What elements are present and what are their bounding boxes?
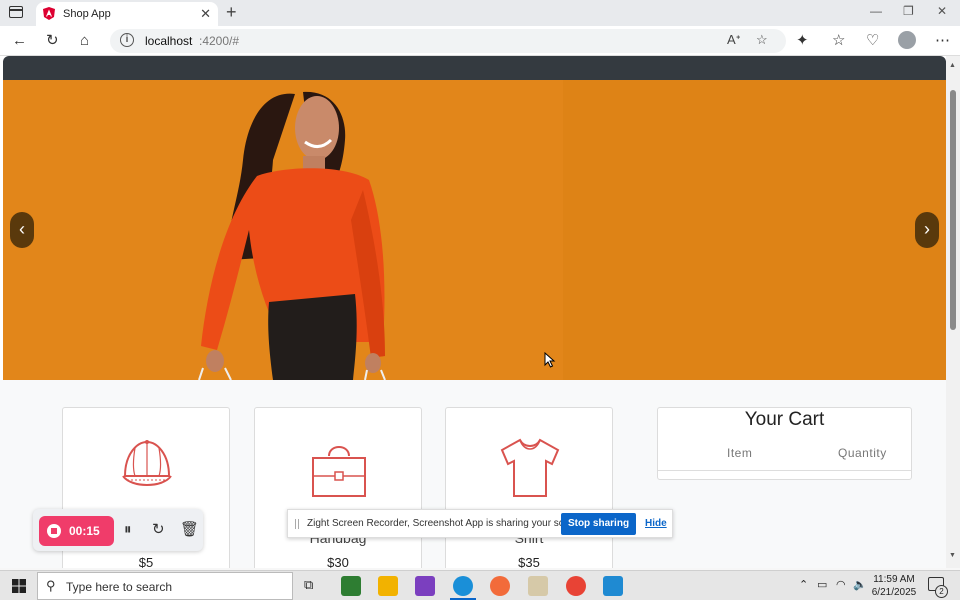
- carousel-next-button[interactable]: ›: [915, 212, 939, 248]
- product-card-shirt[interactable]: Shirt $35: [445, 407, 613, 568]
- profile-avatar[interactable]: [898, 31, 916, 49]
- recording-time: 00:15: [69, 524, 100, 538]
- browser-toolbar: ← ↻ ⌂ i localhost :4200/# Aᐩ ☆ ✦ ☆ ♡ ⋯: [0, 26, 960, 56]
- page-viewport: ‹ › Cap $5 Handbag $30: [0, 56, 946, 568]
- window-close-icon[interactable]: ✕: [937, 4, 947, 18]
- taskbar-clock[interactable]: 11:59 AM 6/21/2025: [868, 573, 920, 599]
- search-icon: ⚲: [46, 578, 56, 593]
- stop-sharing-button[interactable]: Stop sharing: [561, 513, 636, 535]
- back-icon[interactable]: ←: [12, 32, 27, 50]
- cart-col-quantity: Quantity: [838, 446, 887, 460]
- clock-time: 11:59 AM: [873, 574, 915, 585]
- cart-title: Your Cart: [744, 409, 825, 430]
- delete-icon[interactable]: 🗑: [180, 520, 199, 540]
- browser-tab-strip: Shop App ✕ + — ❐ ✕: [0, 0, 960, 26]
- vscode-icon[interactable]: [603, 576, 623, 596]
- new-tab-icon[interactable]: +: [226, 2, 237, 22]
- product-price: $35: [518, 555, 540, 568]
- address-path: :4200/#: [199, 34, 240, 48]
- refresh-icon[interactable]: ↻: [46, 32, 59, 50]
- favorites-icon[interactable]: ☆: [832, 32, 845, 50]
- shirt-icon: [500, 438, 560, 497]
- extensions-icon[interactable]: ✦: [796, 32, 809, 50]
- hide-link[interactable]: Hide: [645, 518, 667, 529]
- minimize-icon[interactable]: —: [870, 4, 882, 18]
- address-host: localhost: [145, 34, 193, 48]
- tab-actions-icon[interactable]: [9, 6, 23, 18]
- cart-divider: [658, 470, 911, 471]
- show-hidden-icons-icon[interactable]: ⌃: [799, 578, 808, 591]
- browser-essentials-icon[interactable]: ♡: [866, 32, 879, 50]
- site-info-icon[interactable]: i: [120, 33, 134, 47]
- restart-icon[interactable]: ↻: [152, 520, 165, 540]
- hero-image: [3, 80, 946, 380]
- cart-col-item: Item: [727, 446, 753, 460]
- pause-icon[interactable]: ⏸: [124, 520, 132, 540]
- product-card-handbag[interactable]: Handbag $30: [254, 407, 422, 568]
- task-view-icon[interactable]: ⧉: [304, 577, 313, 593]
- favorite-star-icon[interactable]: ☆: [756, 32, 768, 48]
- windows-taskbar: ⚲ Type here to search ⧉ ⌃ ▭ ◠ 🔈 11:59 AM…: [0, 570, 960, 600]
- read-aloud-icon[interactable]: Aᐩ: [727, 32, 741, 48]
- visual-studio-icon[interactable]: [415, 576, 435, 596]
- stop-record-icon[interactable]: [47, 524, 61, 538]
- restore-icon[interactable]: ❐: [903, 4, 914, 18]
- drag-handle-icon[interactable]: [295, 519, 299, 529]
- tab-close-icon[interactable]: ✕: [200, 6, 211, 22]
- scroll-up-icon[interactable]: ▲: [949, 62, 956, 69]
- handbag-icon: [312, 446, 366, 497]
- angular-icon: [43, 7, 55, 20]
- cap-icon: [122, 440, 172, 486]
- clock-date: 6/21/2025: [871, 587, 917, 598]
- search-placeholder: Type here to search: [66, 580, 173, 594]
- home-icon[interactable]: ⌂: [80, 32, 89, 50]
- spreadsheet-app-icon[interactable]: [341, 576, 361, 596]
- more-menu-icon[interactable]: ⋯: [935, 32, 950, 50]
- paint-app-icon[interactable]: [528, 576, 548, 596]
- taskbar-search[interactable]: ⚲ Type here to search: [37, 572, 293, 600]
- page-scrollbar[interactable]: ▲ ▼: [946, 56, 960, 568]
- address-bar[interactable]: i localhost :4200/# Aᐩ ☆: [110, 29, 786, 53]
- cart-panel: Your Cart Item Quantity: [657, 407, 912, 480]
- recorder-widget: 00:15 ⏸ ↻ 🗑: [33, 509, 203, 551]
- chrome-icon[interactable]: [566, 576, 586, 596]
- navbar: [3, 56, 946, 80]
- hero-carousel: ‹ ›: [3, 80, 946, 380]
- edge-icon[interactable]: [453, 576, 473, 596]
- carousel-prev-button[interactable]: ‹: [10, 212, 34, 248]
- tab-title: Shop App: [63, 8, 111, 20]
- windows-start-icon[interactable]: [12, 579, 26, 593]
- scroll-thumb[interactable]: [950, 90, 956, 330]
- tab-shop-app[interactable]: Shop App ✕: [36, 2, 218, 26]
- battery-icon[interactable]: ▭: [817, 578, 827, 591]
- volume-icon[interactable]: 🔈: [853, 578, 867, 591]
- recorder-app-icon[interactable]: [490, 576, 510, 596]
- recording-indicator[interactable]: 00:15: [39, 516, 114, 546]
- file-explorer-icon[interactable]: [378, 576, 398, 596]
- share-message: Zight Screen Recorder, Screenshot App is…: [307, 518, 587, 529]
- product-price: $30: [327, 555, 349, 568]
- notification-count: 2: [935, 585, 948, 598]
- scroll-down-icon[interactable]: ▼: [949, 552, 956, 559]
- mouse-cursor-icon: [544, 352, 556, 368]
- product-price: $5: [138, 555, 154, 568]
- network-icon[interactable]: ◠: [836, 578, 846, 591]
- screen-share-bar: Zight Screen Recorder, Screenshot App is…: [287, 509, 673, 538]
